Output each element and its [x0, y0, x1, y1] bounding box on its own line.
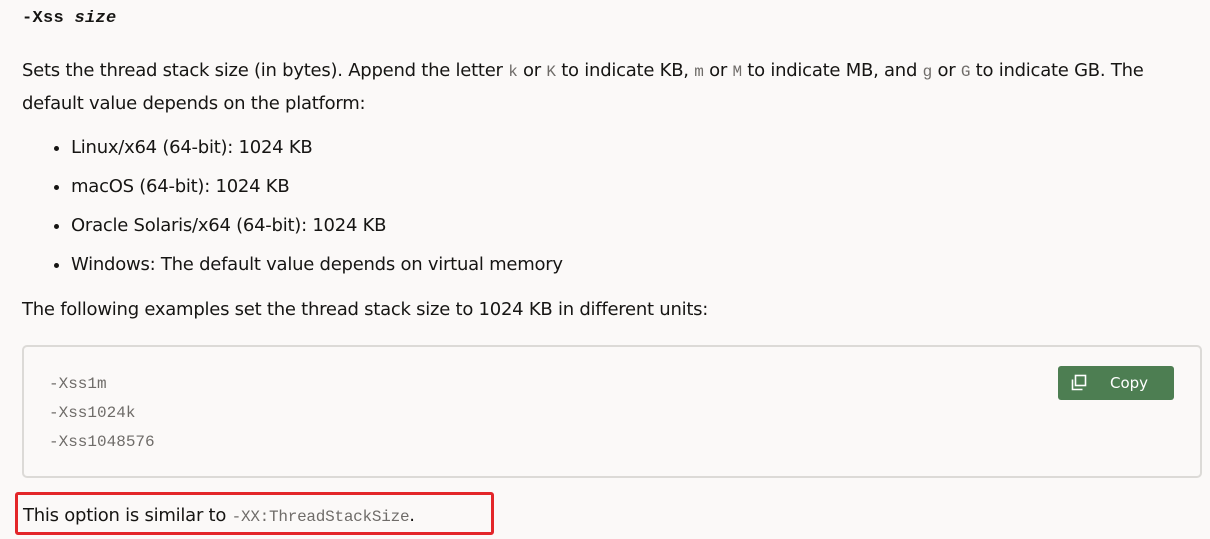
similar-option-note: This option is similar to -XX:ThreadStac…	[23, 500, 415, 533]
list-item: macOS (64-bit): 1024 KB	[71, 167, 563, 206]
copy-icon	[1070, 374, 1088, 392]
desc-text: or	[517, 60, 547, 81]
option-flag: -Xss	[22, 9, 65, 28]
copy-button-label: Copy	[1110, 374, 1149, 392]
desc-text: or	[703, 60, 733, 81]
code-k-lower: k	[508, 63, 518, 81]
desc-text: to indicate KB,	[555, 60, 695, 81]
code-lines[interactable]: -Xss1m -Xss1024k -Xss1048576	[49, 370, 155, 457]
similar-suffix: .	[409, 505, 415, 526]
platform-default-list: Linux/x64 (64-bit): 1024 KB macOS (64-bi…	[22, 128, 563, 284]
code-m-lower: m	[694, 63, 704, 81]
option-description: Sets the thread stack size (in bytes). A…	[22, 55, 1202, 119]
examples-intro: The following examples set the thread st…	[22, 299, 709, 320]
similar-option-code: -XX:ThreadStackSize	[231, 508, 410, 526]
code-m-upper: M	[732, 63, 742, 81]
list-item: Linux/x64 (64-bit): 1024 KB	[71, 128, 563, 167]
list-item: Windows: The default value depends on vi…	[71, 245, 563, 284]
desc-text: Sets the thread stack size (in bytes). A…	[22, 60, 509, 81]
code-g-upper: G	[960, 63, 971, 81]
code-line: -Xss1024k	[49, 404, 136, 422]
code-example-block: -Xss1m -Xss1024k -Xss1048576 Copy	[22, 345, 1202, 478]
copy-button[interactable]: Copy	[1058, 366, 1174, 400]
code-line: -Xss1m	[49, 375, 107, 393]
code-k-upper: K	[546, 63, 556, 81]
code-g-lower: g	[922, 63, 933, 81]
desc-text: or	[931, 60, 961, 81]
option-argument: size	[74, 9, 117, 28]
code-line: -Xss1048576	[49, 433, 155, 451]
desc-text: to indicate MB, and	[741, 60, 923, 81]
list-item: Oracle Solaris/x64 (64-bit): 1024 KB	[71, 206, 563, 245]
similar-prefix: This option is similar to	[23, 505, 232, 526]
option-heading: -Xss size	[22, 9, 117, 28]
